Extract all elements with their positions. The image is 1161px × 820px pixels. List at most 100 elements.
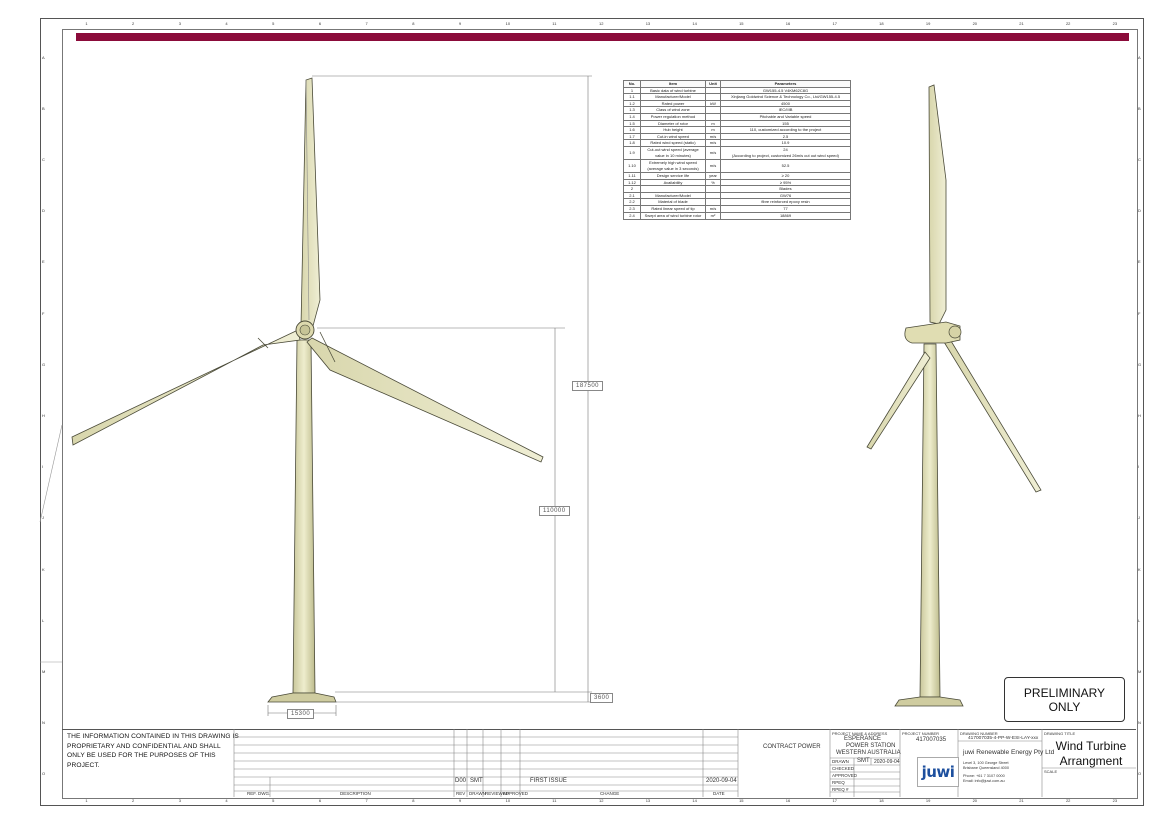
spec-no: 1.12 [623, 178, 641, 187]
spec-parameter: Blades [720, 185, 851, 193]
spec-item: Manufacturer/Model [640, 93, 706, 101]
drawing-number: 417007035-4-PP-W-ESI-LAY-xxx [968, 736, 1039, 741]
spec-item: Cut-out wind speed (average value in 10 … [640, 145, 706, 160]
spec-row: 2 Blades [623, 185, 851, 193]
spec-unit [705, 106, 721, 114]
spec-no: 1.10 [623, 158, 641, 173]
preliminary-line2: ONLY [1048, 699, 1081, 714]
scale-label: SCALE [1044, 769, 1058, 774]
dimension-lines [267, 75, 592, 716]
spec-unit: m/s [705, 145, 721, 160]
rpeq-no-label: RPEQ # [832, 787, 849, 792]
spec-item: Hub height [640, 126, 706, 134]
spec-unit [705, 86, 721, 95]
spec-no: 1.7 [623, 132, 641, 141]
preliminary-line1: PRELIMINARY [1023, 685, 1106, 700]
spec-parameter: 2.5 [720, 132, 851, 141]
project-number: 417007035 [916, 737, 947, 743]
checked-label: CHECKED [832, 766, 855, 771]
spec-unit: year [705, 171, 721, 180]
spec-no: 1.4 [623, 112, 641, 121]
juwi-logo: juwi [917, 757, 959, 787]
spec-parameter: 77 [720, 204, 851, 213]
header-unit: Unit [705, 80, 721, 88]
spec-row: 1 Basic data of wind turbine GW155-4.5 V4K… [623, 86, 851, 95]
spec-parameter: fibre reinforced epoxy resin [720, 198, 851, 206]
blade-lowright-side [943, 335, 1042, 493]
ref-dwg-label: REF. DWG. [247, 791, 271, 796]
spec-unit [705, 93, 721, 101]
date-label: DATE [713, 791, 725, 796]
spec-row: 1.11 Design service life year ≥ 20 [623, 171, 851, 180]
blade-up [300, 77, 321, 327]
tower-front [292, 339, 316, 694]
rev-header-approved: APPROVED [503, 791, 529, 796]
blade-up-side [928, 84, 947, 325]
spec-no: 1.5 [623, 119, 641, 128]
spec-no: 2.3 [623, 204, 641, 213]
spec-unit [705, 198, 721, 206]
tower-side [919, 343, 941, 698]
spec-no: 2 [623, 185, 641, 193]
spec-parameter: 18869 [720, 211, 851, 220]
address-line2: Brisbane Queensland 4000 [963, 766, 1010, 770]
spec-no: 1 [623, 86, 641, 95]
spec-row: 1.10 Extremely high wind speed (average v… [623, 158, 851, 173]
change-value: FIRST ISSUE [530, 778, 567, 784]
spec-table-header: No. Item Unit Parameters [623, 80, 851, 88]
spec-row: 1.5 Diameter of rotor m 155 [623, 119, 851, 128]
drawn-by-value: SMT [470, 778, 483, 784]
spec-row: 1.8 Rated wind speed (static) m/s 10.9 [623, 139, 851, 147]
rev-header-rev: REV [456, 791, 466, 796]
drawing-title-line1: Wind Turbine [1055, 739, 1127, 753]
spec-row: 1.4 Power regulation method Pitchable and … [623, 112, 851, 121]
spec-no: 2.4 [623, 211, 641, 220]
base-height-dimension: 3600 [590, 693, 614, 703]
spec-unit: kW [705, 99, 721, 108]
spec-row: 1.7 Cut-in wind speed m/s 2.5 [623, 132, 851, 141]
email: Email: info@juwi.com.au [963, 779, 1005, 783]
spec-row: 2.2 Material of blade fibre reinforced epo… [623, 198, 851, 206]
spec-parameter: 4500 [720, 99, 851, 108]
spec-no: 2.2 [623, 198, 641, 206]
spec-parameter: IEC/IIIB [720, 106, 851, 114]
base-front [267, 692, 337, 703]
address-line1: Level 3, 100 George Street [963, 761, 1009, 765]
description-label: DESCRIPTION [340, 791, 371, 796]
spec-item: Rated power [640, 99, 706, 108]
spec-row: 2.1 Manufacturer/Model GW76 [623, 191, 851, 200]
spec-item: Diameter of rotor [640, 119, 706, 128]
spec-no: 1.3 [623, 106, 641, 114]
spec-unit: m/s [705, 139, 721, 147]
blade-right [306, 337, 544, 463]
change-label: CHANGE [600, 791, 620, 796]
spec-row: 1.1 Manufacturer/Model Xinjiang Goldwind S… [623, 93, 851, 101]
spec-row: 1.2 Rated power kW 4500 [623, 99, 851, 108]
spec-parameter: GW76 [720, 191, 851, 200]
spec-item [640, 185, 706, 193]
spec-parameter: 52.5 [720, 158, 851, 173]
spec-parameter: 10.9 [720, 139, 851, 147]
approved-label: APPROVED [832, 773, 858, 778]
spec-parameter: Pitchable and Variable speed [720, 112, 851, 121]
total-height-dimension: 187500 [572, 381, 604, 391]
blade-left [71, 329, 301, 446]
spec-item: Material of blade [640, 198, 706, 206]
spec-item: Design service life [640, 171, 706, 180]
spec-no: 1.6 [623, 126, 641, 134]
spec-unit: m/s [705, 158, 721, 173]
header-parameters: Parameters [720, 80, 851, 88]
spec-no: 1.11 [623, 171, 641, 180]
spec-no: 1.1 [623, 93, 641, 101]
spec-parameter: Xinjiang Goldwind Science & Technology C… [720, 93, 851, 101]
spec-unit: m [705, 126, 721, 134]
blade-lowleft-side [866, 351, 931, 450]
spec-item: Power regulation method [640, 112, 706, 121]
spec-parameter: ≥ 20 [720, 171, 851, 180]
base-width-dimension: 15300 [287, 709, 315, 719]
rpeq-label: RPEQ [832, 780, 845, 785]
drawing-title-line2: Arrangment [1059, 754, 1123, 768]
spec-item: Extremely high wind speed (average value… [640, 158, 706, 173]
spec-unit: m² [705, 211, 721, 220]
spec-unit: m/s [705, 204, 721, 213]
